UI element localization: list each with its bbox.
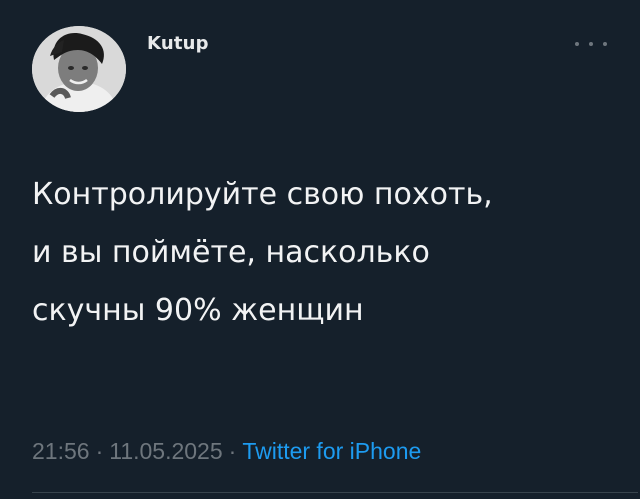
divider bbox=[32, 492, 638, 493]
author-name[interactable]: Kutup bbox=[147, 33, 209, 54]
tweet-text: Контролируйте свою похоть, и вы поймёте,… bbox=[32, 177, 493, 328]
tweet-source-link[interactable]: Twitter for iPhone bbox=[242, 438, 421, 465]
tweet: Kutup Контролируйте свою похоть, и вы по… bbox=[0, 0, 640, 499]
avatar-photo bbox=[32, 26, 126, 112]
avatar[interactable] bbox=[32, 26, 126, 112]
more-options-icon[interactable] bbox=[575, 37, 607, 51]
more-dot bbox=[603, 42, 607, 46]
more-dot bbox=[575, 42, 579, 46]
tweet-date[interactable]: 11.05.2025 bbox=[109, 438, 222, 465]
tweet-meta: 21:56 · 11.05.2025 · Twitter for iPhone bbox=[32, 438, 421, 465]
tweet-time[interactable]: 21:56 bbox=[32, 438, 90, 465]
more-dot bbox=[589, 42, 593, 46]
meta-separator: · bbox=[95, 438, 104, 464]
meta-separator: · bbox=[228, 438, 237, 464]
